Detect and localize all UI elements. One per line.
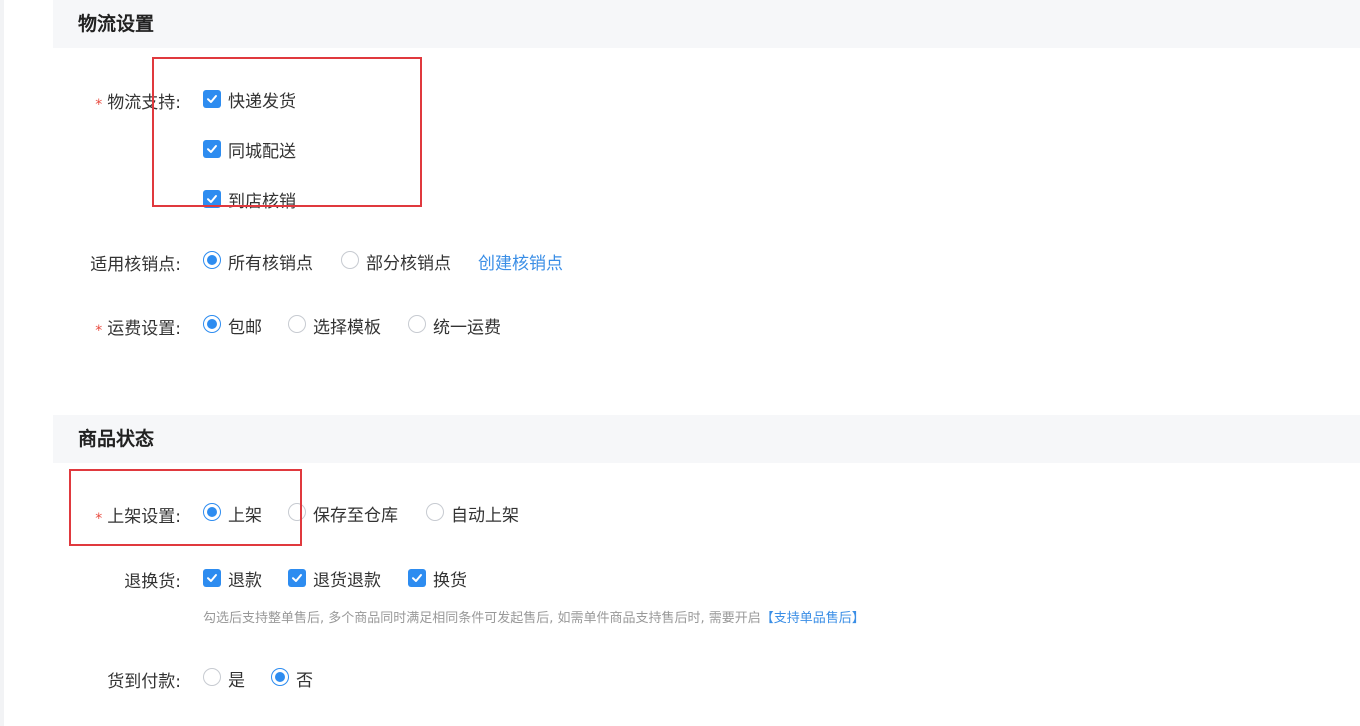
product-status-section-title: 商品状态 [78, 428, 155, 450]
listing-label: 上架设置: [107, 507, 181, 527]
check-icon [292, 574, 302, 582]
check-icon [207, 95, 217, 103]
return-hint-text: 勾选后支持整单售后, 多个商品同时满足相同条件可发起售后, 如需单件商品支持售后… [203, 607, 865, 626]
logistics-section-title: 物流设置 [78, 13, 155, 35]
free-shipping-label[interactable]: 包邮 [228, 313, 262, 338]
store-pickup-checkbox[interactable] [203, 190, 221, 208]
all-verify-points-radio[interactable] [203, 251, 221, 269]
logistics-section-header: 物流设置 [53, 0, 1360, 48]
refund-checkbox[interactable] [203, 569, 221, 587]
express-delivery-checkbox[interactable] [203, 90, 221, 108]
partial-verify-points-radio[interactable] [341, 251, 359, 269]
check-icon [207, 195, 217, 203]
same-city-delivery-label[interactable]: 同城配送 [228, 137, 296, 162]
return-exchange-label: 退换货: [124, 572, 181, 592]
free-shipping-radio[interactable] [203, 315, 221, 333]
partial-verify-points-label[interactable]: 部分核销点 [366, 249, 451, 274]
freight-label-wrap: * 运费设置: [95, 314, 181, 339]
check-icon [412, 574, 422, 582]
cod-no-radio[interactable] [271, 668, 289, 686]
unified-freight-label[interactable]: 统一运费 [433, 313, 501, 338]
return-refund-checkbox[interactable] [288, 569, 306, 587]
list-now-label[interactable]: 上架 [228, 501, 262, 526]
unified-freight-radio[interactable] [408, 315, 426, 333]
check-icon [207, 574, 217, 582]
freight-label: 运费设置: [107, 319, 181, 339]
auto-list-label[interactable]: 自动上架 [451, 501, 519, 526]
express-delivery-label[interactable]: 快递发货 [228, 87, 296, 112]
listing-label-wrap: * 上架设置: [95, 502, 181, 527]
store-pickup-label[interactable]: 到店核销 [228, 187, 296, 212]
cod-yes-label[interactable]: 是 [228, 666, 245, 691]
logistics-support-label: 物流支持: [107, 93, 181, 113]
required-mark: * [95, 97, 103, 113]
list-now-radio[interactable] [203, 503, 221, 521]
left-edge-strip [0, 0, 4, 726]
required-mark: * [95, 323, 103, 339]
save-to-warehouse-label[interactable]: 保存至仓库 [313, 501, 398, 526]
refund-label[interactable]: 退款 [228, 566, 262, 591]
product-status-section-header: 商品状态 [53, 415, 1360, 463]
single-item-aftersale-link[interactable]: 【支持单品售后】 [761, 611, 865, 626]
logistics-support-label-wrap: * 物流支持: [95, 88, 181, 113]
return-hint-body: 勾选后支持整单售后, 多个商品同时满足相同条件可发起售后, 如需单件商品支持售后… [203, 611, 761, 626]
save-to-warehouse-radio[interactable] [288, 503, 306, 521]
exchange-checkbox[interactable] [408, 569, 426, 587]
same-city-delivery-checkbox[interactable] [203, 140, 221, 158]
check-icon [207, 145, 217, 153]
all-verify-points-label[interactable]: 所有核销点 [228, 249, 313, 274]
auto-list-radio[interactable] [426, 503, 444, 521]
verify-point-label: 适用核销点: [90, 255, 181, 275]
select-template-label[interactable]: 选择模板 [313, 313, 381, 338]
cod-yes-radio[interactable] [203, 668, 221, 686]
logistics-highlight-box [152, 57, 422, 207]
exchange-label[interactable]: 换货 [433, 566, 467, 591]
return-refund-label[interactable]: 退货退款 [313, 566, 381, 591]
cod-no-label[interactable]: 否 [296, 666, 313, 691]
select-template-radio[interactable] [288, 315, 306, 333]
required-mark: * [95, 511, 103, 527]
create-verify-point-link[interactable]: 创建核销点 [478, 249, 563, 274]
cod-label: 货到付款: [107, 672, 181, 692]
